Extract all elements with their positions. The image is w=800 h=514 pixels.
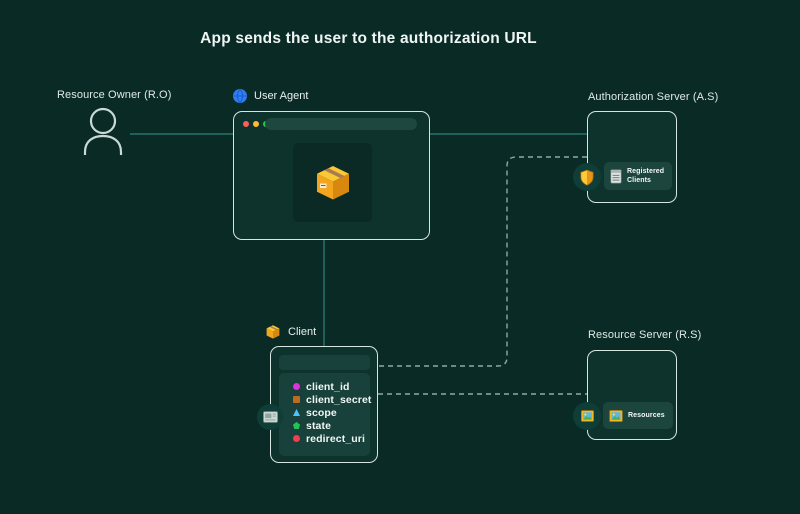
circle-bullet-icon — [293, 383, 300, 390]
user-agent-label: User Agent — [254, 90, 309, 102]
circle-bullet-icon — [293, 435, 300, 442]
pentagon-bullet-icon — [293, 422, 300, 429]
registered-clients-badge: Registered Clients — [604, 162, 672, 190]
package-icon — [266, 325, 280, 339]
client-param-label: scope — [306, 406, 337, 419]
globe-icon — [233, 89, 247, 103]
ledger-icon — [610, 169, 622, 183]
package-icon — [316, 165, 349, 199]
client-side-badge — [257, 404, 283, 430]
framed-picture-icon — [580, 410, 594, 422]
authorization-server-box: Registered Clients — [587, 111, 677, 203]
client-param-label: client_secret — [306, 393, 372, 406]
client-label-group: Client — [265, 324, 316, 340]
client-label: Client — [288, 326, 317, 338]
user-agent-label-group: User Agent — [233, 89, 308, 103]
resource-owner-label: Resource Owner (R.O) — [57, 89, 172, 101]
resource-server-label: Resource Server (R.S) — [588, 329, 702, 341]
browser-window — [233, 111, 430, 240]
client-param-scope: scope — [279, 406, 370, 419]
client-param-state: state — [279, 419, 370, 432]
client-params: client_id client_secret scope state redirect… — [279, 373, 372, 456]
resources-label: Resources — [628, 411, 665, 419]
browser-address-bar — [265, 118, 417, 130]
client-param-client_secret: client_secret — [279, 393, 372, 406]
resource-server-box: Resources — [587, 350, 677, 440]
diagram-canvas: App sends the user to the authorization … — [0, 0, 800, 514]
resources-badge: Resources — [603, 402, 673, 429]
framed-picture-icon — [609, 409, 623, 422]
browser-dot-yellow — [253, 121, 259, 127]
client-param-client_id: client_id — [279, 380, 370, 393]
client-param-label: client_id — [306, 380, 350, 393]
diagram-title: App sends the user to the authorization … — [200, 30, 537, 47]
authorization-server-side-badge — [573, 163, 601, 191]
client-param-label: state — [306, 419, 332, 432]
card-terminal-icon — [262, 411, 278, 423]
registered-clients-label: Registered Clients — [627, 167, 665, 184]
square-bullet-icon — [293, 396, 300, 403]
resource-server-side-badge — [573, 402, 601, 430]
browser-dot-red — [243, 121, 249, 127]
shield-icon — [580, 169, 594, 186]
browser-content-tile — [293, 143, 372, 222]
client-header-bar — [279, 355, 370, 370]
person-icon — [83, 107, 123, 155]
client-box: client_id client_secret scope state redirect… — [270, 346, 378, 463]
triangle-bullet-icon — [293, 409, 300, 416]
client-param-label: redirect_uri — [306, 432, 365, 445]
connector-layer — [130, 133, 587, 395]
client-param-redirect_uri: redirect_uri — [279, 432, 370, 445]
authorization-server-label: Authorization Server (A.S) — [588, 91, 719, 103]
